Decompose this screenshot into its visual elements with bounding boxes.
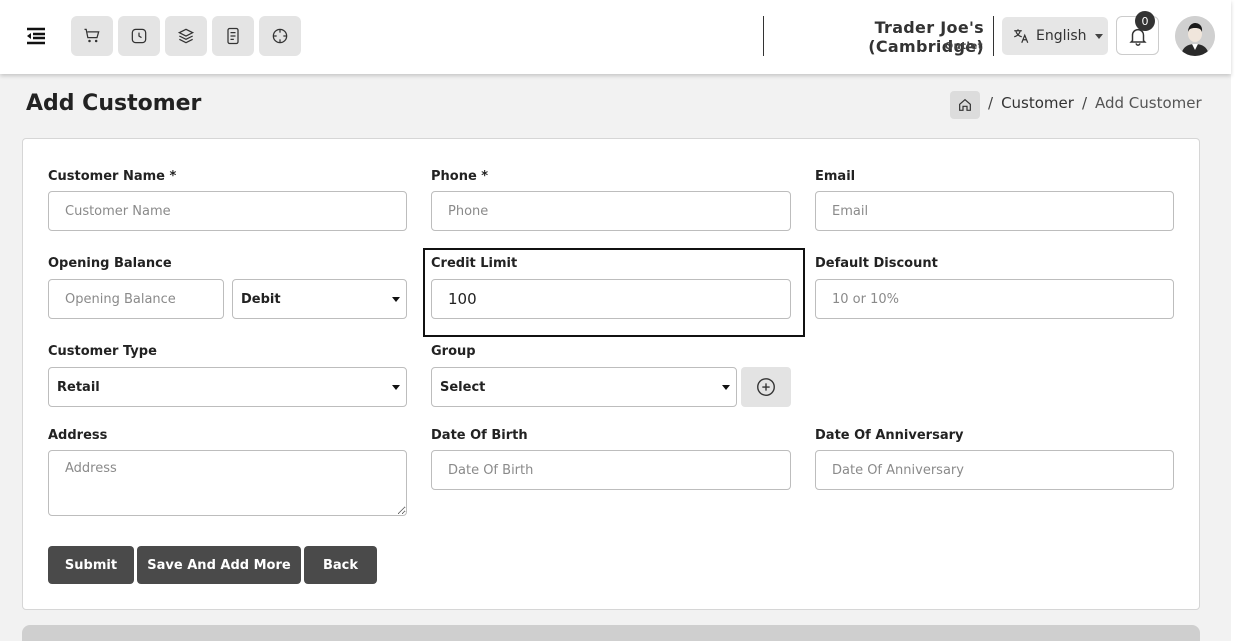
breadcrumb-separator: / — [988, 94, 994, 112]
dropdown-arrow-icon — [392, 385, 400, 390]
default-discount-input[interactable] — [815, 279, 1174, 319]
back-button[interactable]: Back — [304, 546, 377, 584]
page-title: Add Customer — [26, 91, 202, 116]
anniversary-label: Date Of Anniversary — [815, 428, 964, 443]
pos-cart-button[interactable] — [71, 16, 113, 56]
reports-button[interactable] — [212, 16, 254, 56]
divider — [763, 16, 764, 56]
customer-name-label: Customer Name * — [48, 169, 177, 184]
dob-input[interactable] — [431, 450, 791, 490]
home-icon — [959, 98, 971, 111]
language-label: English — [1036, 28, 1087, 44]
balance-type-select[interactable]: Debit — [232, 279, 407, 319]
anniversary-input[interactable] — [815, 450, 1174, 490]
translate-icon — [1012, 27, 1030, 45]
submit-button[interactable]: Submit — [48, 546, 134, 584]
divider — [993, 16, 994, 56]
receipt-icon — [227, 27, 239, 45]
store-type: Outlet — [944, 41, 983, 52]
email-label: Email — [815, 169, 856, 184]
address-label: Address — [48, 428, 108, 443]
customer-name-input[interactable] — [48, 191, 407, 231]
sidebar-toggle-icon[interactable] — [24, 24, 48, 48]
dashboard-icon — [272, 28, 288, 44]
plus-circle-icon — [757, 378, 775, 396]
add-group-button[interactable] — [741, 367, 791, 407]
breadcrumb-separator: / — [1081, 94, 1087, 112]
breadcrumb-customer-link[interactable]: Customer — [1001, 94, 1074, 112]
stack-icon — [177, 28, 195, 44]
dob-label: Date Of Birth — [431, 428, 528, 443]
clock-icon — [131, 28, 147, 44]
chevron-down-icon — [1094, 33, 1103, 39]
balance-type-value: Debit — [241, 291, 281, 307]
email-input[interactable] — [815, 191, 1174, 231]
cart-icon — [84, 28, 100, 43]
dropdown-arrow-icon — [722, 385, 730, 390]
phone-label: Phone * — [431, 169, 489, 184]
customer-type-label: Customer Type — [48, 344, 157, 359]
stock-button[interactable] — [165, 16, 207, 56]
opening-balance-input[interactable] — [48, 279, 224, 319]
history-button[interactable] — [118, 16, 160, 56]
credit-limit-label: Credit Limit — [431, 256, 518, 271]
breadcrumb-home-button[interactable] — [950, 91, 980, 119]
breadcrumb-current: Add Customer — [1095, 94, 1202, 112]
top-navbar: Trader Joe's (Cambridge) Outlet English … — [0, 0, 1231, 74]
default-discount-label: Default Discount — [815, 256, 938, 271]
dashboard-button[interactable] — [259, 16, 301, 56]
dropdown-arrow-icon — [392, 297, 400, 302]
group-value: Select — [440, 379, 486, 395]
breadcrumb: / Customer / Add Customer — [988, 94, 1202, 112]
scrollbar[interactable] — [1231, 0, 1239, 641]
customer-type-value: Retail — [57, 379, 100, 395]
group-label: Group — [431, 344, 476, 359]
group-select[interactable]: Select — [431, 367, 737, 407]
credit-limit-input[interactable] — [431, 279, 791, 319]
notification-count-badge: 0 — [1135, 11, 1155, 31]
phone-input[interactable] — [431, 191, 791, 231]
save-and-add-more-button[interactable]: Save And Add More — [137, 546, 301, 584]
customer-type-select[interactable]: Retail — [48, 367, 407, 407]
language-dropdown[interactable]: English — [1002, 17, 1108, 55]
opening-balance-label: Opening Balance — [48, 256, 172, 271]
user-avatar[interactable] — [1175, 16, 1215, 56]
footer-panel — [22, 625, 1200, 641]
address-textarea[interactable] — [48, 450, 407, 516]
